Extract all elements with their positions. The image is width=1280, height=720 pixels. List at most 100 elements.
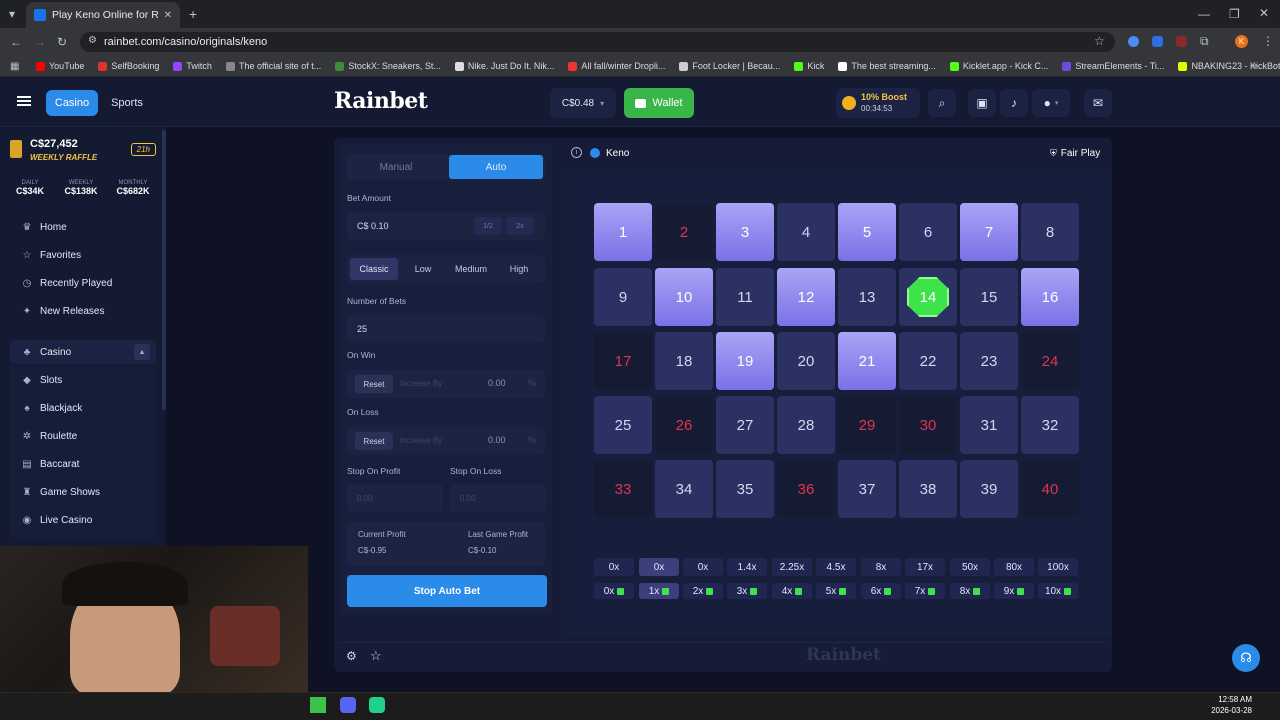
keno-cell-hit[interactable]: 14 <box>899 268 957 326</box>
risk-high-button[interactable]: High <box>496 258 542 280</box>
support-headset-icon[interactable]: ☊ <box>1232 644 1260 672</box>
keno-cell-picked[interactable]: 3 <box>716 203 774 261</box>
keno-cell-picked[interactable]: 19 <box>716 332 774 390</box>
back-icon[interactable]: ← <box>10 35 22 49</box>
keno-cell[interactable]: 8 <box>1021 203 1079 261</box>
bookmark-item[interactable]: The official site of t... <box>225 61 321 71</box>
profile-avatar[interactable]: K <box>1235 35 1248 48</box>
chevron-up-icon[interactable]: ▲ <box>134 344 150 360</box>
sidebar-item-baccarat[interactable]: ▤ Baccarat <box>10 452 156 476</box>
close-window-icon[interactable]: ✕ <box>1259 6 1269 20</box>
weekly-raffle-banner[interactable]: C$27,452 WEEKLY RAFFLE 21h <box>8 136 156 168</box>
hamburger-menu-icon[interactable] <box>17 96 31 106</box>
keno-cell-drawn[interactable]: 33 <box>594 460 652 518</box>
keno-cell-picked[interactable]: 16 <box>1021 268 1079 326</box>
keno-cell[interactable]: 34 <box>655 460 713 518</box>
number-of-bets-input[interactable]: 25 <box>347 315 545 343</box>
keno-cell[interactable]: 37 <box>838 460 896 518</box>
manual-mode-tab[interactable]: Manual <box>349 155 443 179</box>
browser-tab[interactable]: Play Keno Online for Real M ✕ <box>26 2 180 28</box>
bookmark-item[interactable]: StreamElements - Ti... <box>1062 61 1164 71</box>
half-bet-button[interactable]: 1/2 <box>474 217 502 235</box>
keno-cell[interactable]: 18 <box>655 332 713 390</box>
keno-cell-picked[interactable]: 1 <box>594 203 652 261</box>
stop-on-profit-input[interactable]: 0.00 <box>347 484 443 512</box>
keno-cell-picked[interactable]: 12 <box>777 268 835 326</box>
bookmark-item[interactable]: Nike. Just Do It. Nik... <box>454 61 554 71</box>
chat-icon[interactable]: ✉ <box>1084 89 1112 117</box>
sidebar-item-slots[interactable]: ◆ Slots <box>10 368 156 392</box>
risk-low-button[interactable]: Low <box>400 258 446 280</box>
sidebar-scrollbar[interactable] <box>162 130 166 410</box>
maximize-icon[interactable]: ❐ <box>1229 7 1240 21</box>
bookmark-item[interactable]: Kick <box>794 61 824 71</box>
double-bet-button[interactable]: 2x <box>506 217 534 235</box>
app-icon[interactable] <box>369 697 385 713</box>
casino-tab-button[interactable]: Casino <box>46 90 98 116</box>
on-loss-increase-input[interactable]: 0.00 <box>488 435 506 445</box>
keno-cell[interactable]: 27 <box>716 396 774 454</box>
menu-kebab-icon[interactable]: ⋮ <box>1262 34 1274 48</box>
keno-cell-drawn[interactable]: 17 <box>594 332 652 390</box>
bookmark-item[interactable]: The best streaming... <box>838 61 936 71</box>
keno-cell-drawn[interactable]: 29 <box>838 396 896 454</box>
wallet-button[interactable]: Wallet <box>624 88 694 118</box>
fair-play-button[interactable]: ⛨ Fair Play <box>1050 148 1100 159</box>
stop-auto-bet-button[interactable]: Stop Auto Bet <box>347 575 547 607</box>
keno-cell-drawn[interactable]: 40 <box>1021 460 1079 518</box>
bookmark-item[interactable]: YouTube <box>36 61 84 71</box>
keno-cell[interactable]: 20 <box>777 332 835 390</box>
sidebar-item-favorites[interactable]: ☆ Favorites <box>10 243 156 267</box>
tab-close-icon[interactable]: ✕ <box>164 10 172 21</box>
bookmark-item[interactable]: Foot Locker | Becau... <box>679 61 780 71</box>
notification-bell-icon[interactable]: ♪ <box>1000 89 1028 117</box>
keno-cell[interactable]: 9 <box>594 268 652 326</box>
sidebar-item-recently-played[interactable]: ◷ Recently Played <box>10 271 156 295</box>
discord-app-icon[interactable] <box>340 697 356 713</box>
keno-cell-picked[interactable]: 5 <box>838 203 896 261</box>
on-win-increase-input[interactable]: 0.00 <box>488 378 506 388</box>
risk-medium-button[interactable]: Medium <box>448 258 494 280</box>
keno-cell[interactable]: 35 <box>716 460 774 518</box>
keno-cell-drawn[interactable]: 26 <box>655 396 713 454</box>
stop-on-loss-input[interactable]: 0.00 <box>450 484 546 512</box>
extension-icon[interactable] <box>1176 36 1187 47</box>
keno-cell[interactable]: 11 <box>716 268 774 326</box>
keno-cell-drawn[interactable]: 30 <box>899 396 957 454</box>
keno-cell[interactable]: 22 <box>899 332 957 390</box>
new-tab-icon[interactable]: + <box>189 6 197 22</box>
keno-cell[interactable]: 23 <box>960 332 1018 390</box>
bookmark-item[interactable]: All fall/winter Dropli... <box>568 61 665 71</box>
keno-cell[interactable]: 6 <box>899 203 957 261</box>
keno-cell-drawn[interactable]: 36 <box>777 460 835 518</box>
sports-tab-button[interactable]: Sports <box>102 90 152 116</box>
keno-cell-picked[interactable]: 10 <box>655 268 713 326</box>
sidebar-item-roulette[interactable]: ✲ Roulette <box>10 424 156 448</box>
boost-widget[interactable]: 10% Boost 00:34:53 <box>836 88 920 118</box>
keno-cell-drawn[interactable]: 24 <box>1021 332 1079 390</box>
forward-icon[interactable]: → <box>34 35 46 49</box>
user-menu-icon[interactable]: ● ▾ <box>1032 89 1070 117</box>
auto-mode-tab[interactable]: Auto <box>449 155 543 179</box>
sidebar-item-new-releases[interactable]: ✦ New Releases <box>10 299 156 323</box>
bookmark-item[interactable]: StockX: Sneakers, St... <box>335 61 441 71</box>
keno-cell[interactable]: 28 <box>777 396 835 454</box>
reload-icon[interactable]: ↻ <box>57 35 67 49</box>
keno-cell-picked[interactable]: 7 <box>960 203 1018 261</box>
risk-classic-button[interactable]: Classic <box>350 258 398 280</box>
on-win-reset-button[interactable]: Reset <box>355 375 393 393</box>
bookmark-item[interactable]: SelfBooking <box>98 61 159 71</box>
keno-cell-drawn[interactable]: 2 <box>655 203 713 261</box>
balance-selector[interactable]: C$0.48 ▾ <box>550 88 616 118</box>
sidebar-item-blackjack[interactable]: ♠ Blackjack <box>10 396 156 420</box>
site-logo[interactable]: Rainbet <box>334 88 428 114</box>
extensions-puzzle-icon[interactable]: ⧉ <box>1200 34 1209 49</box>
keno-cell[interactable]: 32 <box>1021 396 1079 454</box>
keno-cell[interactable]: 31 <box>960 396 1018 454</box>
tab-list-icon[interactable]: ▾ <box>9 7 15 21</box>
keno-cell[interactable]: 25 <box>594 396 652 454</box>
sidebar-item-home[interactable]: ♛ Home <box>10 215 156 239</box>
favorite-star-icon[interactable]: ☆ <box>370 648 382 664</box>
gift-icon[interactable]: ▣ <box>968 89 996 117</box>
xbox-app-icon[interactable] <box>310 697 326 713</box>
